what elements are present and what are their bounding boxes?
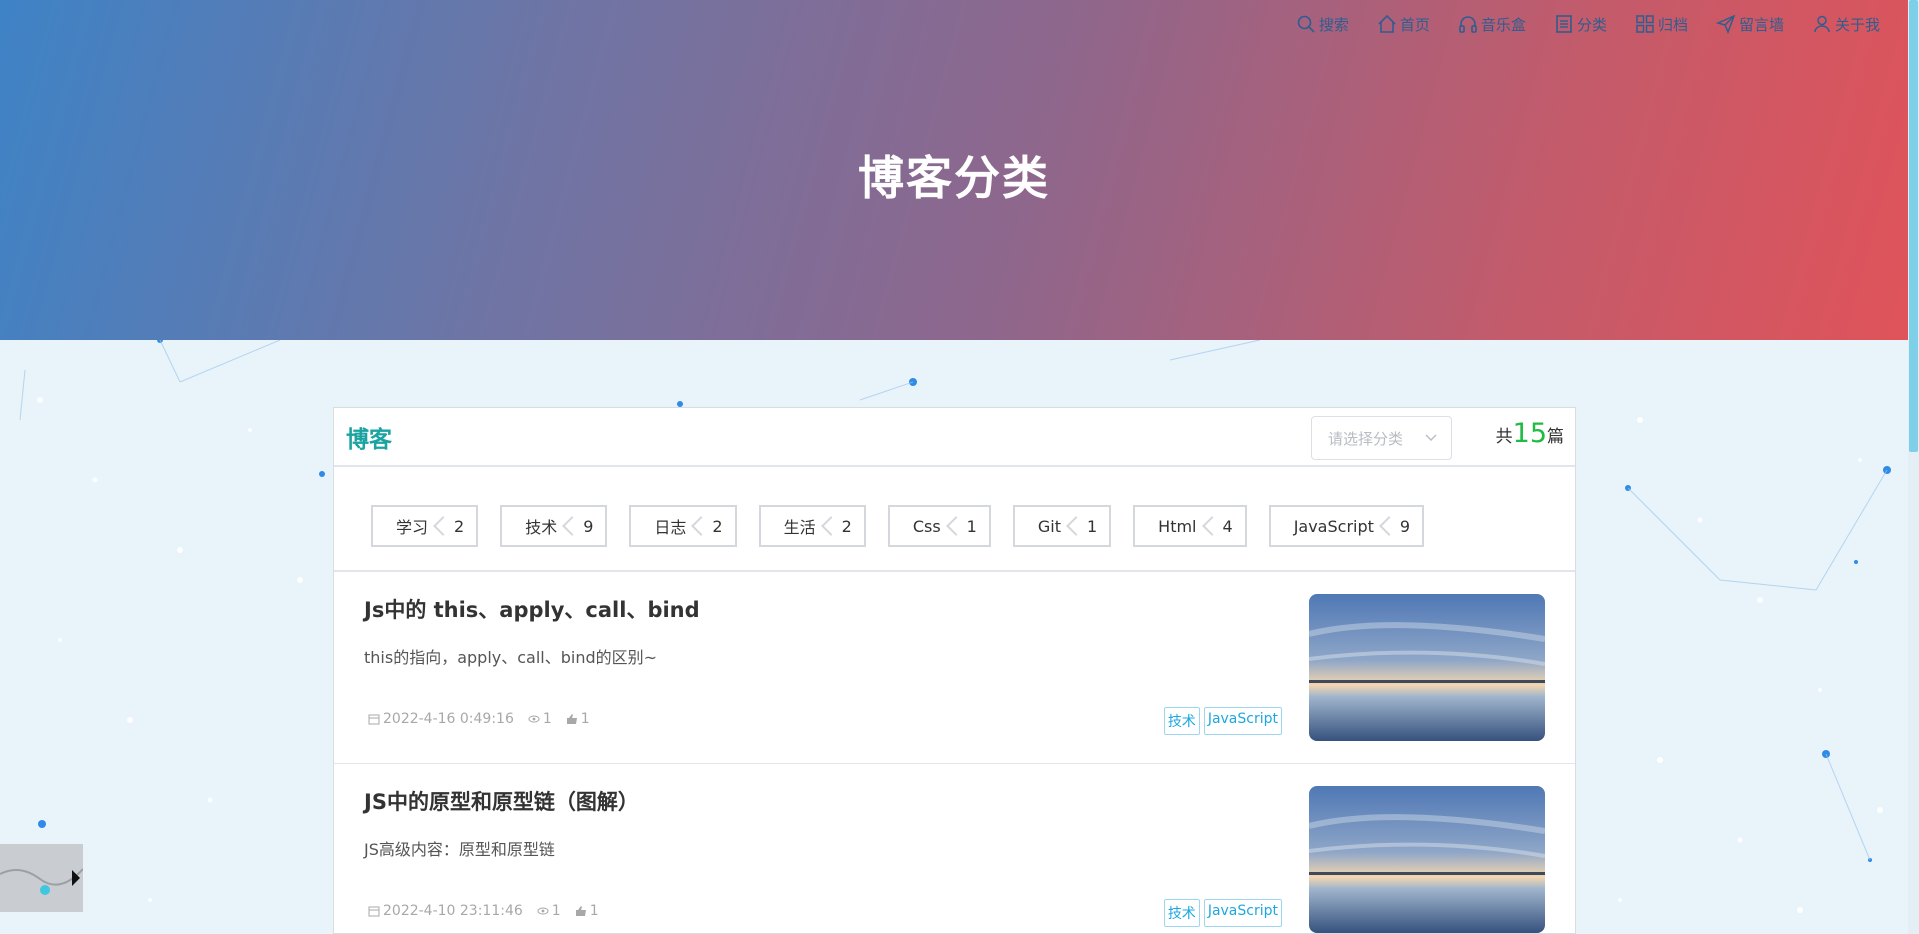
total-number: 15 bbox=[1512, 418, 1547, 449]
category-tag[interactable]: JavaScript 9 bbox=[1268, 505, 1425, 547]
nav-search-label: 搜索 bbox=[1318, 15, 1349, 34]
category-select-placeholder: 请选择分类 bbox=[1328, 429, 1404, 448]
send-icon bbox=[1715, 14, 1736, 34]
post-likes[interactable]: 1 bbox=[566, 711, 590, 727]
post-label[interactable]: JavaScript bbox=[1203, 707, 1282, 735]
nav-message-label: 留言墙 bbox=[1738, 15, 1784, 34]
category-count: 2 bbox=[830, 507, 864, 545]
category-name: 日志 bbox=[654, 518, 687, 537]
calendar-icon bbox=[368, 714, 380, 725]
nav-search[interactable]: 搜索 bbox=[1282, 10, 1363, 38]
home-icon bbox=[1378, 14, 1396, 33]
post-item[interactable]: JS中的原型和原型链（图解） JS高级内容：原型和原型链 2022-4-10 2… bbox=[334, 764, 1575, 934]
scrollbar-thumb[interactable] bbox=[1909, 0, 1918, 452]
thumbs-up-icon bbox=[566, 714, 577, 724]
hero-banner: 搜索 首页 音乐盒 分类 归档 留言墙 关于我 博客分类 bbox=[0, 0, 1908, 340]
nav-category-label: 分类 bbox=[1576, 15, 1607, 34]
eye-icon bbox=[528, 715, 540, 723]
document-icon bbox=[1556, 15, 1572, 33]
post-label[interactable]: JavaScript bbox=[1203, 899, 1282, 927]
category-name: JavaScript bbox=[1293, 516, 1374, 536]
category-count: 9 bbox=[571, 507, 605, 545]
post-thumbnail[interactable] bbox=[1309, 786, 1545, 933]
post-meta: 2022-4-10 23:11:46 1 1 bbox=[368, 903, 607, 919]
blog-panel: 博客 请选择分类 共15篇 学习 2 技术 9 日志 2 生活 2 Css 1 Git 1 … bbox=[333, 407, 1576, 934]
page-scrollbar[interactable] bbox=[1908, 0, 1919, 934]
category-tag[interactable]: 生活 2 bbox=[758, 505, 866, 547]
nav-archive[interactable]: 归档 bbox=[1621, 10, 1702, 38]
music-player-widget[interactable] bbox=[0, 844, 84, 912]
grid-icon bbox=[1636, 15, 1654, 33]
category-name: 学习 bbox=[396, 518, 429, 537]
post-label[interactable]: 技术 bbox=[1163, 899, 1200, 927]
post-thumbnail[interactable] bbox=[1309, 594, 1545, 741]
eye-icon bbox=[537, 907, 549, 915]
post-date-text: 2022-4-16 0:49:16 bbox=[383, 711, 514, 727]
nav-archive-label: 归档 bbox=[1657, 15, 1688, 34]
total-prefix: 共 bbox=[1495, 427, 1513, 447]
page-title: 博客分类 bbox=[858, 151, 1050, 205]
user-icon bbox=[1814, 15, 1830, 33]
category-name: Html bbox=[1158, 516, 1197, 536]
post-meta: 2022-4-16 0:49:16 1 1 bbox=[368, 711, 598, 727]
category-name: 技术 bbox=[525, 518, 558, 537]
category-count: 9 bbox=[1388, 507, 1422, 545]
total-suffix: 篇 bbox=[1547, 427, 1564, 447]
nav-home-label: 首页 bbox=[1399, 15, 1430, 34]
top-nav: 搜索 首页 音乐盒 分类 归档 留言墙 关于我 bbox=[1282, 10, 1894, 38]
post-likes-count: 1 bbox=[580, 711, 590, 727]
category-name: 生活 bbox=[783, 518, 816, 537]
calendar-icon bbox=[368, 906, 380, 917]
nav-category[interactable]: 分类 bbox=[1540, 10, 1621, 38]
category-tag[interactable]: 技术 9 bbox=[500, 505, 608, 547]
thumbs-up-icon bbox=[575, 906, 586, 916]
post-labels: 技术 JavaScript bbox=[1163, 899, 1282, 927]
category-select[interactable]: 请选择分类 bbox=[1311, 416, 1452, 460]
search-icon bbox=[1297, 15, 1315, 33]
headphones-icon bbox=[1459, 16, 1477, 33]
category-tags: 学习 2 技术 9 日志 2 生活 2 Css 1 Git 1 Html 4 JavaScri… bbox=[334, 467, 1575, 572]
album-cover-image bbox=[0, 844, 84, 912]
post-date: 2022-4-10 23:11:46 bbox=[368, 903, 523, 919]
post-date-text: 2022-4-10 23:11:46 bbox=[383, 903, 523, 919]
lake-sunset-image bbox=[1309, 594, 1545, 741]
nav-message[interactable]: 留言墙 bbox=[1702, 10, 1798, 38]
lake-sunset-image bbox=[1309, 786, 1545, 933]
panel-header: 博客 请选择分类 共15篇 bbox=[334, 408, 1575, 467]
post-likes-count: 1 bbox=[589, 903, 599, 919]
category-count: 4 bbox=[1211, 507, 1245, 545]
post-views-count: 1 bbox=[551, 903, 561, 919]
post-item[interactable]: Js中的 this、apply、call、bind this的指向，apply、… bbox=[334, 572, 1575, 764]
post-date: 2022-4-16 0:49:16 bbox=[368, 711, 514, 727]
post-likes[interactable]: 1 bbox=[575, 903, 599, 919]
category-count: 1 bbox=[1075, 507, 1109, 545]
nav-about[interactable]: 关于我 bbox=[1798, 10, 1894, 38]
post-views: 1 bbox=[528, 711, 552, 727]
post-views-count: 1 bbox=[542, 711, 552, 727]
category-count: 2 bbox=[700, 507, 734, 545]
post-label[interactable]: 技术 bbox=[1163, 707, 1200, 735]
category-tag[interactable]: 学习 2 bbox=[371, 505, 479, 547]
nav-home[interactable]: 首页 bbox=[1363, 10, 1444, 38]
category-tag[interactable]: Git 1 bbox=[1012, 505, 1112, 547]
category-tag[interactable]: Html 4 bbox=[1133, 505, 1247, 547]
category-count: 2 bbox=[442, 507, 476, 545]
nav-music[interactable]: 音乐盒 bbox=[1444, 10, 1540, 38]
post-labels: 技术 JavaScript bbox=[1163, 707, 1282, 735]
category-tag[interactable]: 日志 2 bbox=[629, 505, 737, 547]
nav-music-label: 音乐盒 bbox=[1480, 15, 1526, 34]
category-tag[interactable]: Css 1 bbox=[887, 505, 991, 547]
total-count: 共15篇 bbox=[1496, 418, 1564, 449]
category-name: Css bbox=[912, 516, 941, 536]
category-count: 1 bbox=[955, 507, 989, 545]
chevron-down-icon bbox=[1425, 434, 1437, 441]
panel-title: 博客 bbox=[346, 426, 392, 453]
post-views: 1 bbox=[537, 903, 561, 919]
nav-about-label: 关于我 bbox=[1834, 15, 1880, 34]
